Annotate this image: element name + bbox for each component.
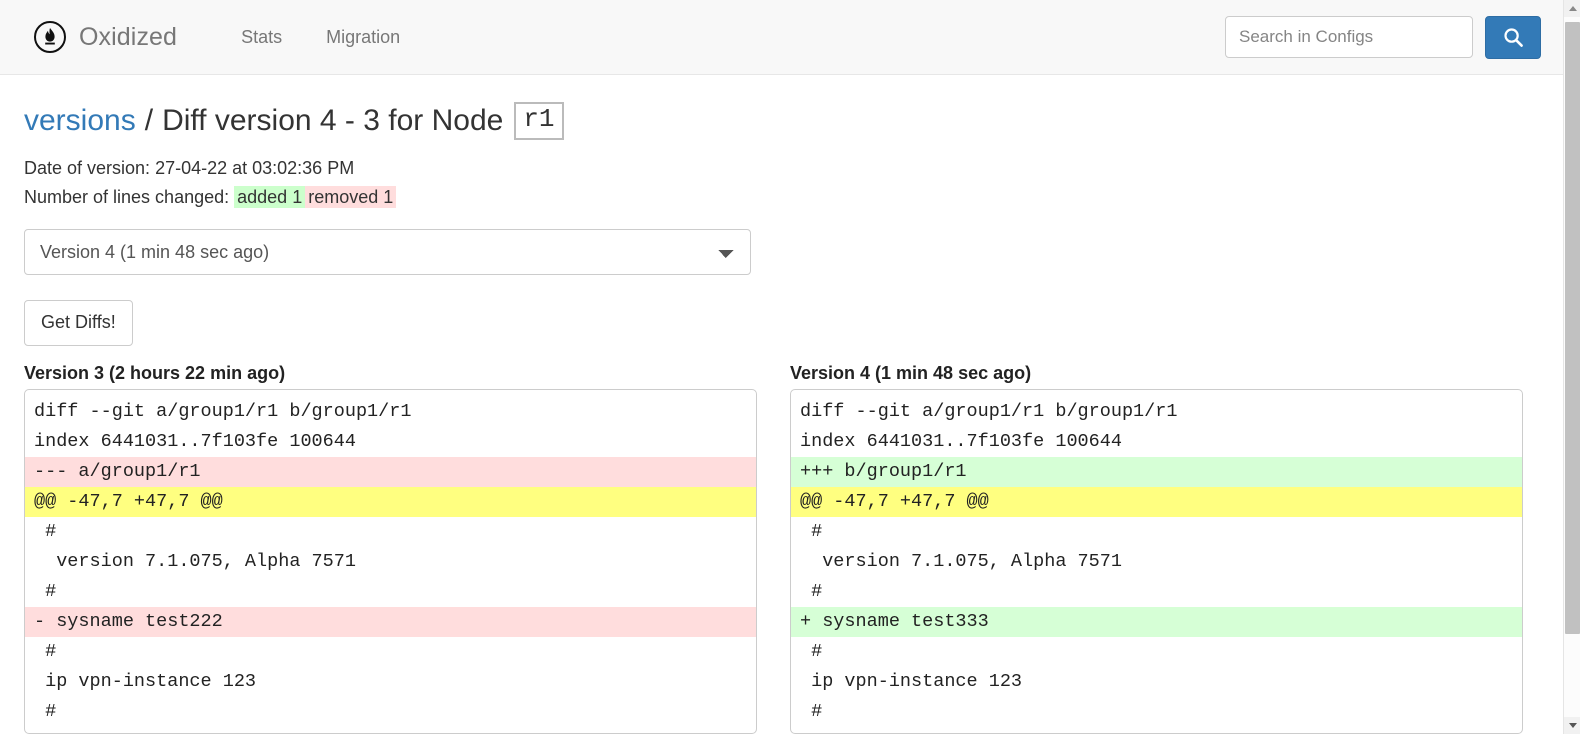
page-title: versions / Diff version 4 - 3 for Node r… [24,102,1539,140]
diff-line: +++ b/group1/r1 [791,457,1522,487]
brand-link[interactable]: Oxidized [34,21,177,53]
page-title-text: Diff version 4 - 3 for Node [162,104,503,137]
nav-link-migration[interactable]: Migration [304,17,422,58]
diff-line: # [791,517,1522,547]
vertical-scrollbar[interactable] [1563,0,1580,734]
scroll-up-button[interactable] [1564,0,1580,17]
nav-link-stats[interactable]: Stats [219,17,304,58]
scrollable-viewport: Oxidized Stats Migration [0,0,1563,734]
main-content: versions / Diff version 4 - 3 for Node r… [0,75,1563,734]
added-badge: added 1 [234,186,305,208]
diff-comparison-row: Version 3 (2 hours 22 min ago) diff --gi… [24,362,1539,734]
get-diffs-button[interactable]: Get Diffs! [24,300,133,345]
breadcrumb-versions-link[interactable]: versions [24,104,136,137]
diff-line: ip vpn-instance 123 [791,667,1522,697]
diff-left-panel[interactable]: diff --git a/group1/r1 b/group1/r1index … [24,389,757,734]
nav-links: Stats Migration [219,17,422,58]
diff-line: index 6441031..7f103fe 100644 [791,427,1522,457]
diff-line: diff --git a/group1/r1 b/group1/r1 [25,397,756,427]
page-root: Oxidized Stats Migration [0,0,1580,734]
diff-line: --- a/group1/r1 [25,457,756,487]
version-select[interactable]: Version 4 (1 min 48 sec ago) Version 3 (… [24,229,751,275]
removed-badge: removed 1 [305,186,396,208]
scrollbar-thumb[interactable] [1565,22,1580,634]
diff-line: ip vpn-instance 123 [25,667,756,697]
diff-line: # [25,577,756,607]
search-button[interactable] [1485,16,1541,59]
lines-changed-label: Number of lines changed: [24,187,229,207]
diff-line: diff --git a/group1/r1 b/group1/r1 [791,397,1522,427]
chevron-up-icon [1569,6,1577,11]
nav-item-stats[interactable]: Stats [219,17,304,58]
chevron-down-icon [1569,723,1577,728]
breadcrumb-separator: / [145,104,153,137]
diff-right-panel[interactable]: diff --git a/group1/r1 b/group1/r1index … [790,389,1523,734]
nav-item-migration[interactable]: Migration [304,17,422,58]
diff-left-heading: Version 3 (2 hours 22 min ago) [24,362,757,385]
search-icon [1503,27,1524,48]
diff-line: @@ -47,7 +47,7 @@ [791,487,1522,517]
diff-column-right: Version 4 (1 min 48 sec ago) diff --git … [790,362,1523,734]
diff-line: # [25,637,756,667]
diff-line: index 6441031..7f103fe 100644 [25,427,756,457]
lines-changed-line: Number of lines changed: added 1removed … [24,183,1539,212]
diff-line: @@ -47,7 +47,7 @@ [25,487,756,517]
diff-line: + sysname test333 [791,607,1522,637]
node-name-box: r1 [514,102,563,140]
diff-line: # [25,697,756,727]
navbar-search-form [1225,16,1541,59]
diff-line: version 7.1.075, Alpha 7571 [25,547,756,577]
date-of-version: Date of version: 27-04-22 at 03:02:36 PM [24,154,1539,183]
search-input[interactable] [1225,16,1473,58]
top-navbar: Oxidized Stats Migration [0,0,1563,75]
diff-line: # [791,637,1522,667]
diff-line: # [25,517,756,547]
diff-line: # [791,697,1522,727]
diff-line: version 7.1.075, Alpha 7571 [791,547,1522,577]
brand-title: Oxidized [79,23,177,52]
diff-column-left: Version 3 (2 hours 22 min ago) diff --gi… [24,362,757,734]
flame-circle-icon [34,21,66,53]
diff-right-heading: Version 4 (1 min 48 sec ago) [790,362,1523,385]
diff-line: # [791,577,1522,607]
diff-line: - sysname test222 [25,607,756,637]
scroll-down-button[interactable] [1564,717,1580,734]
